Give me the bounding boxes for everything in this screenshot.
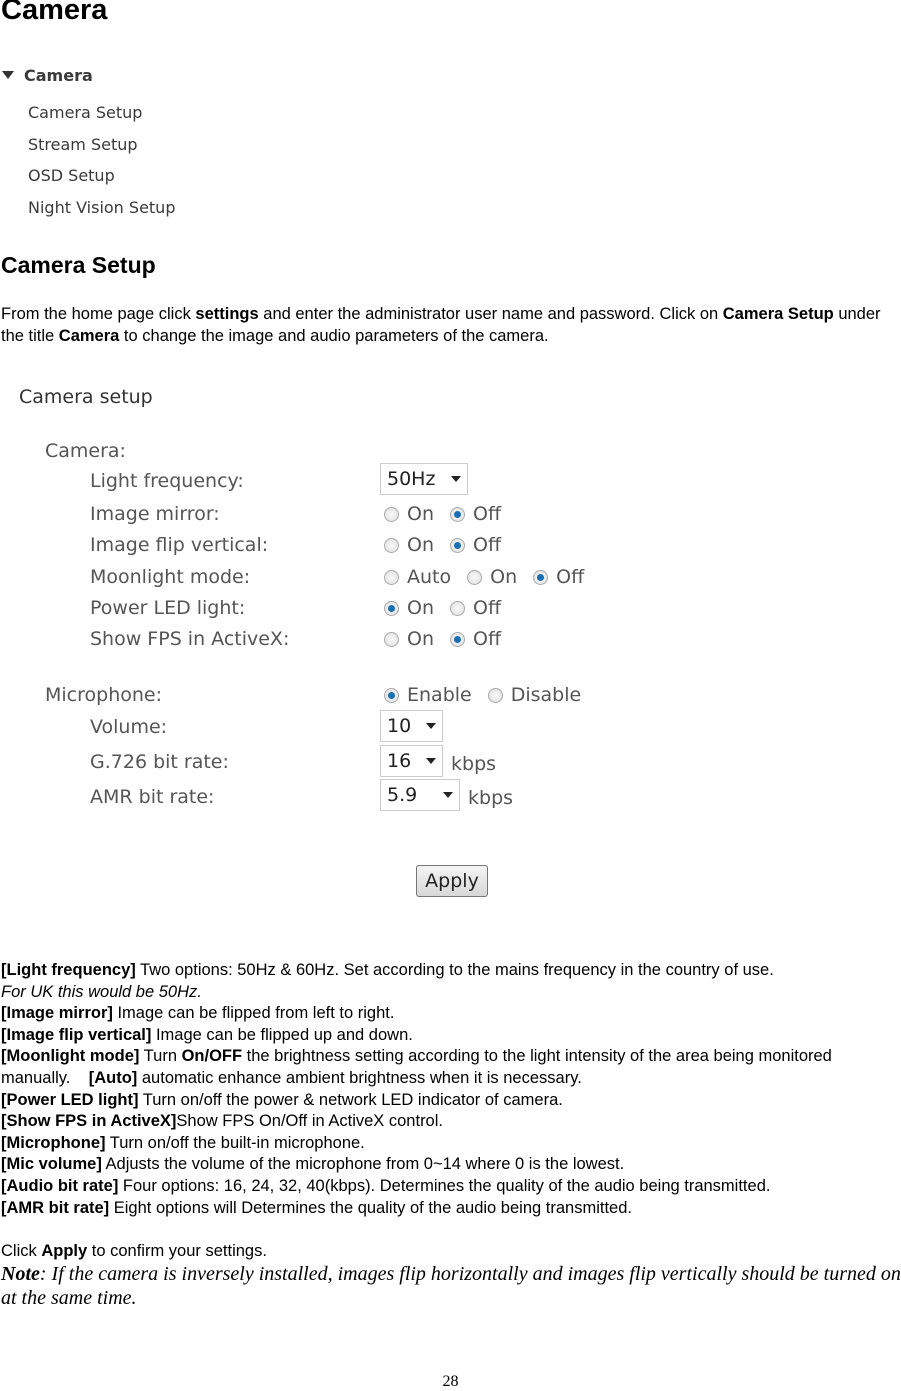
- microphone-label: Microphone:: [45, 684, 162, 706]
- section-title: Camera Setup: [1, 252, 156, 278]
- light-frequency-select[interactable]: 50Hz: [380, 463, 468, 495]
- note-text: Note: If the camera is inversely install…: [1, 1263, 901, 1309]
- power-led-off-radio[interactable]: [450, 600, 465, 616]
- image-flip-on-radio[interactable]: [384, 537, 399, 553]
- volume-label: Volume:: [90, 716, 168, 738]
- g726-unit: kbps: [451, 753, 497, 775]
- microphone-disable-radio[interactable]: [487, 687, 503, 703]
- moonlight-label: Moonlight mode:: [90, 566, 251, 588]
- image-mirror-label: Image mirror:: [90, 503, 220, 525]
- nav-item-night-vision-setup[interactable]: Night Vision Setup: [28, 198, 175, 217]
- desc-amr-bit-rate: [AMR bit rate] Eight options will Determ…: [1, 1198, 632, 1217]
- desc-power-led: [Power LED light] Turn on/off the power …: [1, 1090, 563, 1109]
- moonlight-off-radio[interactable]: [533, 569, 549, 585]
- moonlight-on-radio[interactable]: [467, 569, 483, 585]
- show-fps-label: Show FPS in ActiveX:: [90, 628, 290, 650]
- volume-select[interactable]: 10: [380, 710, 443, 742]
- power-led-label: Power LED light:: [90, 597, 246, 619]
- show-fps-off-radio[interactable]: [450, 631, 465, 647]
- microphone-enable-radio[interactable]: [384, 687, 399, 703]
- camera-group-label: Camera:: [45, 440, 126, 462]
- image-flip-off-radio[interactable]: [450, 537, 465, 553]
- image-mirror-off-radio[interactable]: [450, 506, 465, 522]
- g726-select[interactable]: 16: [380, 745, 443, 777]
- desc-image-flip: [Image flip vertical] Image can be flipp…: [1, 1025, 413, 1044]
- chevron-down-icon: [451, 476, 461, 482]
- desc-uk-note: For UK this would be 50Hz.: [1, 982, 202, 1001]
- chevron-down-icon: [426, 723, 436, 729]
- nav-item-stream-setup[interactable]: Stream Setup: [28, 135, 138, 154]
- desc-image-mirror: [Image mirror] Image can be flipped from…: [1, 1004, 395, 1023]
- amr-select[interactable]: 5.9: [380, 779, 460, 811]
- nav-camera-header[interactable]: Camera: [2, 66, 93, 85]
- desc-mic-volume: [Mic volume] Adjusts the volume of the m…: [1, 1155, 625, 1174]
- desc-moonlight: [Moonlight mode] Turn On/OFF the brightn…: [1, 1047, 837, 1087]
- nav-item-osd-setup[interactable]: OSD Setup: [28, 166, 115, 185]
- g726-label: G.726 bit rate:: [90, 751, 229, 773]
- panel-title: Camera setup: [19, 386, 153, 408]
- apply-button[interactable]: Apply: [416, 865, 488, 897]
- amr-unit: kbps: [468, 787, 514, 809]
- confirm-text: Click Apply to confirm your settings.: [1, 1241, 267, 1260]
- chevron-down-icon: [443, 792, 453, 798]
- amr-label: AMR bit rate:: [90, 786, 215, 808]
- light-frequency-label: Light frequency:: [90, 470, 244, 492]
- nav-header-label: Camera: [24, 66, 93, 85]
- intro-paragraph: From the home page click settings and en…: [1, 305, 881, 345]
- image-flip-label: Image flip vertical:: [90, 534, 269, 556]
- image-mirror-on-radio[interactable]: [384, 506, 399, 522]
- triangle-down-icon: [2, 71, 14, 79]
- desc-microphone: [Microphone] Turn on/off the built-in mi…: [1, 1133, 365, 1152]
- desc-show-fps: [Show FPS in ActiveX]Show FPS On/Off in …: [1, 1112, 443, 1131]
- show-fps-on-radio[interactable]: [384, 631, 399, 647]
- description-list: [Light frequency] Two options: 50Hz & 60…: [1, 960, 901, 1262]
- moonlight-auto-radio[interactable]: [384, 569, 399, 585]
- nav-item-camera-setup[interactable]: Camera Setup: [28, 103, 142, 122]
- desc-light-frequency: [Light frequency] Two options: 50Hz & 60…: [1, 961, 774, 979]
- power-led-on-radio[interactable]: [384, 600, 399, 616]
- page-number: 28: [442, 1373, 459, 1390]
- desc-audio-bit-rate: [Audio bit rate] Four options: 16, 24, 3…: [1, 1176, 771, 1195]
- page-title: Camera: [1, 0, 108, 26]
- chevron-down-icon: [426, 758, 436, 764]
